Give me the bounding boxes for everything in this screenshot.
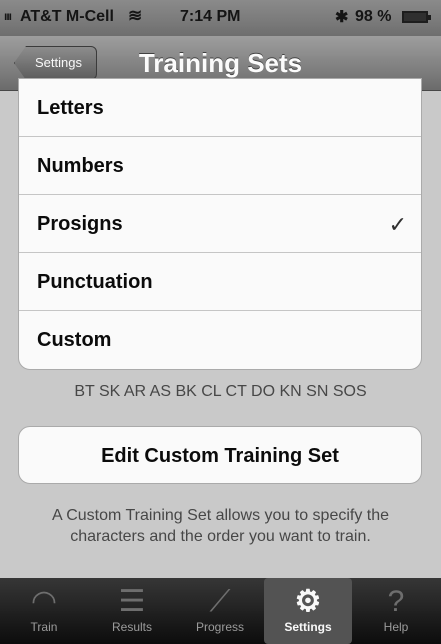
tab-progress[interactable]: ⟋ Progress [176, 578, 264, 644]
clock: 7:14 PM [180, 8, 241, 25]
checkmark-icon: ✓ [388, 212, 407, 237]
tab-results[interactable]: ☰ Results [88, 578, 176, 644]
battery-icon [402, 11, 431, 23]
tab-help[interactable]: ? Help [352, 578, 440, 644]
edit-custom-training-set-button[interactable]: Edit Custom Training Set [18, 426, 422, 484]
list-item-custom[interactable]: Custom [19, 311, 421, 369]
question-icon: ? [387, 585, 405, 618]
edit-button-label: Edit Custom Training Set [101, 445, 339, 467]
list-item-label: Letters [37, 97, 104, 119]
list-item-punctuation[interactable]: Punctuation [19, 253, 421, 311]
list-item-numbers[interactable]: Numbers [19, 137, 421, 195]
wifi-icon: ≋ [128, 6, 143, 25]
tab-label: Train [30, 620, 58, 634]
page-title: Training Sets [138, 48, 303, 78]
tab-label: Help [383, 620, 409, 634]
headphones-icon: ◠ [30, 585, 58, 618]
list-item-prosigns[interactable]: Prosigns ✓ [19, 195, 421, 253]
tab-train[interactable]: ◠ Train [0, 578, 88, 644]
help-text: A Custom Training Set allows you to spec… [51, 507, 390, 545]
bluetooth-icon: ✱ [335, 9, 349, 26]
list-icon: ☰ [118, 585, 146, 618]
list-item-label: Custom [37, 329, 112, 351]
signal-icon: ııı [4, 9, 12, 23]
gears-icon: ⚙ [294, 585, 322, 618]
list-item-label: Prosigns [37, 213, 123, 235]
list-item-label: Punctuation [37, 271, 153, 293]
status-bar: ııı AT&T M-Cell ≋ 7:14 PM ✱ 98 % [0, 0, 441, 36]
tab-bar: ◠ Train ☰ Results ⟋ Progress ⚙ Settings … [0, 578, 441, 644]
training-set-list: Letters Numbers Prosigns ✓ Punctuation C… [18, 78, 422, 370]
tab-label: Progress [195, 620, 245, 634]
chart-icon: ⟋ [209, 585, 231, 618]
prosign-list-caption: BT SK AR AS BK CL CT DO KN SN SOS [74, 383, 367, 400]
list-item-letters[interactable]: Letters [19, 79, 421, 137]
carrier-name: AT&T M-Cell [20, 8, 114, 25]
tab-label: Results [111, 620, 152, 634]
tab-settings[interactable]: ⚙ Settings [264, 578, 352, 644]
list-item-label: Numbers [37, 155, 124, 177]
battery-percent: 98 % [355, 8, 392, 25]
tab-label: Settings [284, 620, 332, 634]
